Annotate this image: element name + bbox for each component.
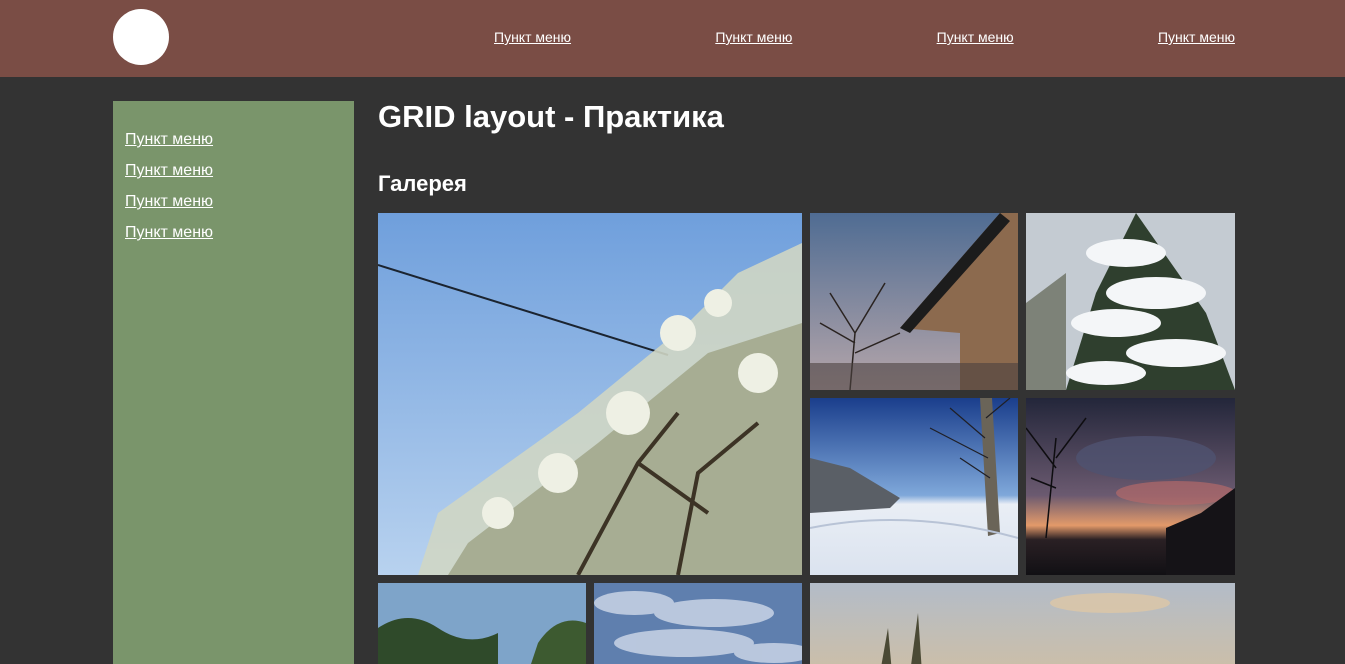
gallery-title: Галерея <box>378 171 467 196</box>
main-content: GRID layout - Практика Галерея <box>378 99 1235 664</box>
page-title: GRID layout - Практика <box>378 99 724 134</box>
gallery-photo-field[interactable] <box>810 583 1235 664</box>
gallery-grid <box>378 213 1235 664</box>
sidebar-item[interactable]: Пункт меню <box>125 217 342 248</box>
sidebar: Пункт меню Пункт меню Пункт меню Пункт м… <box>113 101 354 664</box>
gallery-photo-cloudy-sky[interactable] <box>594 583 802 664</box>
sidebar-item[interactable]: Пункт меню <box>125 155 342 186</box>
gallery-photo-sunset[interactable] <box>1026 398 1235 575</box>
gallery-photo-snowy-path[interactable] <box>810 398 1018 575</box>
gallery-photo-blossom-tree[interactable] <box>378 213 802 575</box>
gallery-photo-snowy-spruce[interactable] <box>1026 213 1235 390</box>
top-nav-item[interactable]: Пункт меню <box>937 29 1014 45</box>
sidebar-item[interactable]: Пункт меню <box>125 186 342 217</box>
sidebar-item[interactable]: Пункт меню <box>125 124 342 155</box>
top-nav: Пункт меню Пункт меню Пункт меню Пункт м… <box>400 0 1235 77</box>
gallery-photo-roof[interactable] <box>810 213 1018 390</box>
site-header: Пункт меню Пункт меню Пункт меню Пункт м… <box>0 0 1345 77</box>
logo[interactable] <box>113 9 169 65</box>
top-nav-item[interactable]: Пункт меню <box>1158 29 1235 45</box>
gallery-photo-green-trees[interactable] <box>378 583 586 664</box>
top-nav-item[interactable]: Пункт меню <box>715 29 792 45</box>
top-nav-item[interactable]: Пункт меню <box>494 29 571 45</box>
